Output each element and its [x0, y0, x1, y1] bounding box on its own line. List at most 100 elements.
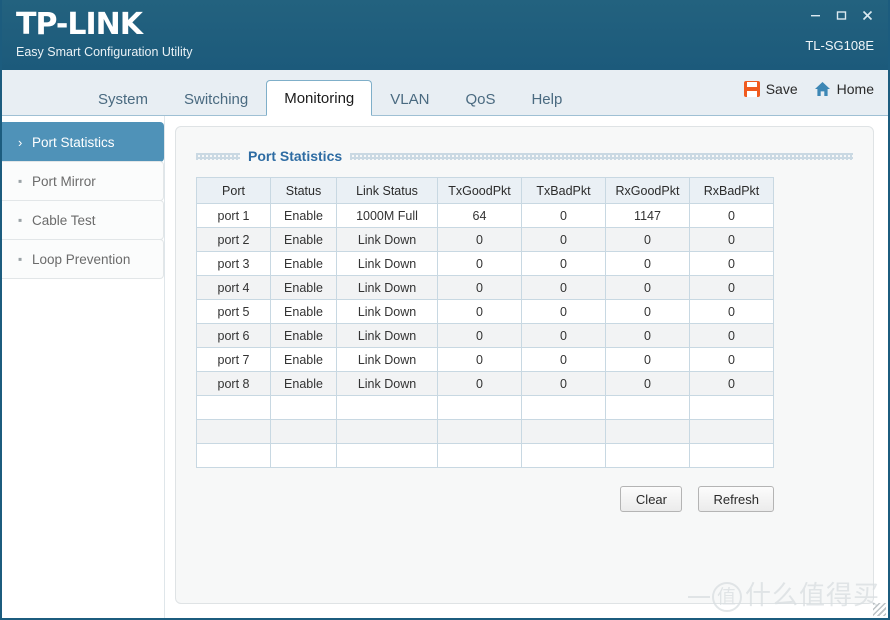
save-icon	[743, 81, 760, 97]
maximize-icon[interactable]	[830, 6, 852, 24]
cell-port: port 4	[196, 275, 271, 300]
sidebar-item-port-mirror[interactable]: ▪ Port Mirror	[2, 161, 164, 201]
cell-port: port 3	[196, 251, 271, 276]
cell-txbadpkt: 0	[521, 323, 606, 348]
table-row[interactable]: port 3 Enable Link Down 0 0 0 0	[196, 251, 774, 276]
cell-txbadpkt: 0	[521, 275, 606, 300]
cell-rxbadpkt: 0	[689, 251, 774, 276]
column-header-rxbadpkt[interactable]: RxBadPkt	[689, 177, 774, 204]
save-button[interactable]: Save	[743, 81, 798, 97]
sidebar-item-loop-prevention[interactable]: ▪ Loop Prevention	[2, 239, 164, 279]
sidebar-item-port-statistics[interactable]: › Port Statistics	[2, 122, 164, 162]
column-header-status[interactable]: Status	[270, 177, 337, 204]
cell-rxgoodpkt: 0	[605, 323, 690, 348]
cell-port: port 7	[196, 347, 271, 372]
cell-txgoodpkt: 0	[437, 275, 522, 300]
cell-rxbadpkt: 0	[689, 347, 774, 372]
minimize-icon[interactable]	[804, 6, 826, 24]
refresh-button[interactable]: Refresh	[698, 486, 774, 512]
cell-txbadpkt: 0	[521, 251, 606, 276]
brand-block: TP-LINK Easy Smart Configuration Utility	[16, 8, 192, 60]
cell-rxgoodpkt	[605, 395, 690, 420]
table-row[interactable]: port 2 Enable Link Down 0 0 0 0	[196, 227, 774, 252]
body-area: › Port Statistics ▪ Port Mirror ▪ Cable …	[2, 116, 888, 618]
cell-rxbadpkt	[689, 443, 774, 468]
main-nav-tabbar: System Switching Monitoring VLAN QoS Hel…	[2, 70, 888, 116]
cell-port: port 6	[196, 323, 271, 348]
clear-button[interactable]: Clear	[620, 486, 683, 512]
cell-port: port 1	[196, 203, 271, 228]
cell-txgoodpkt: 0	[437, 251, 522, 276]
window-controls	[804, 6, 878, 24]
tab-qos[interactable]: QoS	[447, 82, 513, 116]
cell-status: Enable	[270, 203, 337, 228]
home-button[interactable]: Home	[814, 81, 874, 97]
title-bar: TP-LINK Easy Smart Configuration Utility…	[2, 0, 888, 70]
tab-monitoring[interactable]: Monitoring	[266, 80, 373, 116]
cell-txgoodpkt	[437, 443, 522, 468]
cell-rxbadpkt: 0	[689, 323, 774, 348]
cell-rxgoodpkt: 0	[605, 371, 690, 396]
dotted-rule-right	[350, 152, 853, 160]
cell-txbadpkt	[521, 395, 606, 420]
column-header-txgoodpkt[interactable]: TxGoodPkt	[437, 177, 522, 204]
sidebar-item-cable-test[interactable]: ▪ Cable Test	[2, 200, 164, 240]
table-header-row: Port Status Link Status TxGoodPkt TxBadP…	[196, 177, 774, 204]
port-statistics-table: Port Status Link Status TxGoodPkt TxBadP…	[196, 177, 774, 468]
cell-rxbadpkt: 0	[689, 227, 774, 252]
cell-link-status: Link Down	[336, 323, 438, 348]
cell-link-status: Link Down	[336, 371, 438, 396]
sidebar-item-label: Port Mirror	[32, 173, 96, 189]
tab-help[interactable]: Help	[513, 82, 580, 116]
cell-status	[270, 443, 337, 468]
column-header-port[interactable]: Port	[196, 177, 271, 204]
cell-status	[270, 395, 337, 420]
column-header-link-status[interactable]: Link Status	[336, 177, 438, 204]
cell-link-status: Link Down	[336, 275, 438, 300]
cell-port	[196, 395, 271, 420]
cell-status: Enable	[270, 299, 337, 324]
cell-txgoodpkt: 0	[437, 371, 522, 396]
cell-rxgoodpkt	[605, 443, 690, 468]
sidebar-item-label: Loop Prevention	[32, 251, 131, 267]
tab-vlan[interactable]: VLAN	[372, 82, 447, 116]
cell-rxbadpkt	[689, 395, 774, 420]
sidebar-item-label: Cable Test	[32, 212, 96, 228]
cell-txbadpkt: 0	[521, 227, 606, 252]
tab-switching[interactable]: Switching	[166, 82, 266, 116]
cell-port	[196, 419, 271, 444]
home-icon	[814, 81, 831, 97]
close-icon[interactable]	[856, 6, 878, 24]
table-row[interactable]: port 1 Enable 1000M Full 64 0 1147 0	[196, 203, 774, 228]
table-row[interactable]: port 7 Enable Link Down 0 0 0 0	[196, 347, 774, 372]
tab-system[interactable]: System	[80, 82, 166, 116]
table-row[interactable]: port 8 Enable Link Down 0 0 0 0	[196, 371, 774, 396]
cell-status: Enable	[270, 251, 337, 276]
cell-txbadpkt	[521, 443, 606, 468]
cell-link-status	[336, 443, 438, 468]
table-row[interactable]: port 5 Enable Link Down 0 0 0 0	[196, 299, 774, 324]
tp-link-logo: TP-LINK	[16, 7, 143, 42]
cell-link-status: Link Down	[336, 347, 438, 372]
table-row[interactable]: port 6 Enable Link Down 0 0 0 0	[196, 323, 774, 348]
table-row[interactable]: port 4 Enable Link Down 0 0 0 0	[196, 275, 774, 300]
bullet-icon: ▪	[18, 174, 23, 188]
cell-link-status: 1000M Full	[336, 203, 438, 228]
column-header-txbadpkt[interactable]: TxBadPkt	[521, 177, 606, 204]
cell-link-status: Link Down	[336, 299, 438, 324]
column-header-rxgoodpkt[interactable]: RxGoodPkt	[605, 177, 690, 204]
cell-link-status	[336, 419, 438, 444]
resize-grip[interactable]	[873, 603, 886, 616]
cell-rxgoodpkt: 0	[605, 251, 690, 276]
cell-txgoodpkt	[437, 419, 522, 444]
cell-port: port 8	[196, 371, 271, 396]
cell-txgoodpkt	[437, 395, 522, 420]
table-row-empty	[196, 443, 774, 468]
panel-header: Port Statistics	[196, 143, 853, 169]
app-window: TP-LINK Easy Smart Configuration Utility…	[0, 0, 890, 620]
cell-txbadpkt: 0	[521, 203, 606, 228]
cell-rxbadpkt	[689, 419, 774, 444]
cell-rxgoodpkt: 0	[605, 347, 690, 372]
table-row-empty	[196, 395, 774, 420]
cell-rxbadpkt: 0	[689, 203, 774, 228]
